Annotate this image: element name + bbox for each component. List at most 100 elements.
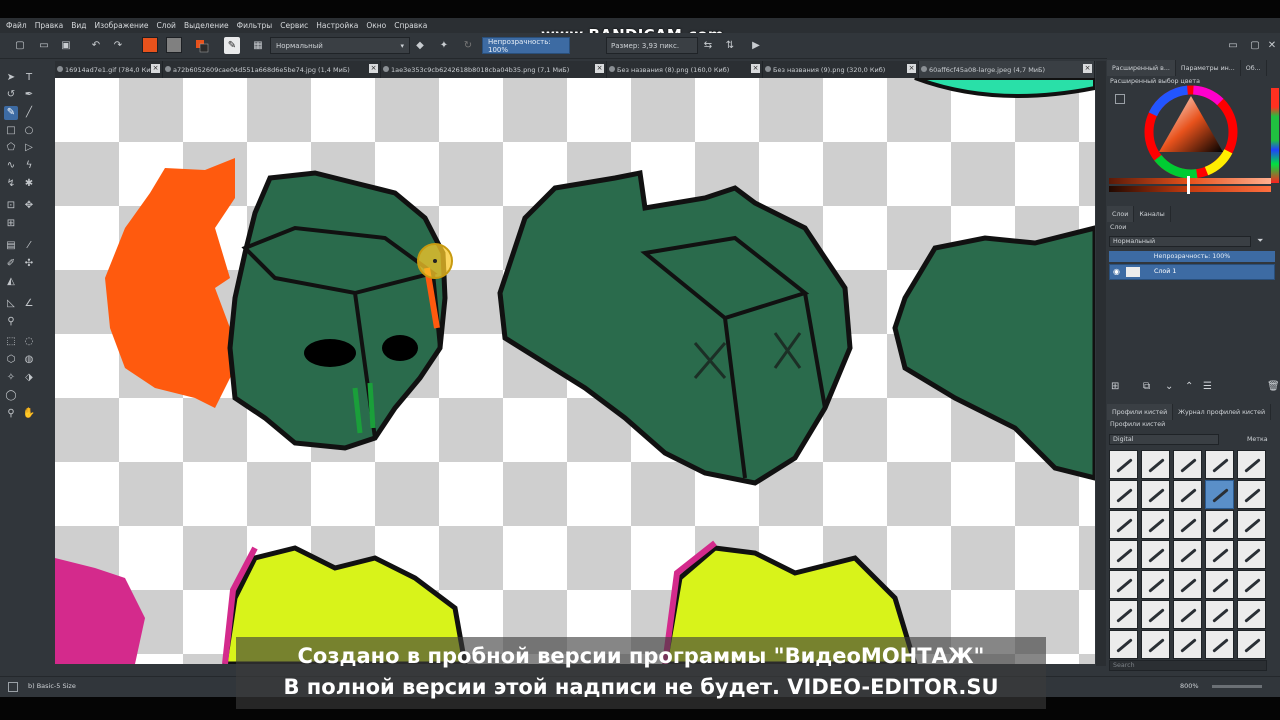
brush-preset-tile[interactable] [1109,510,1138,539]
brush-preset-tile[interactable] [1141,570,1170,599]
brush-preset-tile[interactable] [1237,450,1266,479]
dynamic-brush-icon[interactable]: ↯ [4,177,18,191]
document-tab[interactable]: Без названия (9).png (320,0 Киб) × [763,61,919,78]
color-picker-icon[interactable]: ⁄ [22,239,36,253]
text-tool-icon[interactable]: T [22,71,36,85]
filter-icon[interactable]: ⏷ [1257,236,1269,247]
close-tab-icon[interactable]: × [369,64,378,73]
brush-preset-tile[interactable] [1205,510,1234,539]
close-tab-icon[interactable]: × [751,64,760,73]
mirror-horizontal-icon[interactable]: ⇆ [700,37,716,54]
mirror-vertical-icon[interactable]: ⇅ [722,37,738,54]
brush-preset-tile[interactable] [1109,480,1138,509]
layer-blend-select[interactable]: Нормальный [1109,236,1251,247]
bezier-tool-icon[interactable]: ∿ [4,159,18,173]
tab-layers[interactable]: Слои [1107,206,1135,222]
brush-preset-tile[interactable] [1109,630,1138,659]
fill-patterns-icon[interactable] [194,37,210,54]
menu-help[interactable]: Справка [394,21,427,30]
brush-preset-tile[interactable] [1173,510,1202,539]
menu-window[interactable]: Окно [366,21,386,30]
document-tab[interactable]: 1ae3e353c9cb6242618b8018cba04b35.png (7,… [381,61,607,78]
crop-tool-icon[interactable]: ⊡ [4,199,18,213]
shade-bar-1[interactable] [1109,178,1271,184]
color-wheel[interactable] [1141,84,1241,184]
fill-tool-icon[interactable]: ◭ [4,275,18,289]
brush-preset-tile[interactable] [1205,630,1234,659]
brush-preset-tile[interactable] [1141,480,1170,509]
brush-preset-tile[interactable] [1205,570,1234,599]
eraser-mode-icon[interactable]: ◆ [412,37,428,54]
brush-preset-tile[interactable] [1237,630,1266,659]
opacity-slider[interactable]: Непрозрачность: 100% [482,37,570,54]
menu-image[interactable]: Изображение [95,21,149,30]
foreground-color-swatch[interactable] [142,37,158,53]
freehand-select-icon[interactable]: ◍ [22,353,36,367]
tab-brush-presets[interactable]: Профили кистей [1107,404,1174,420]
visibility-eye-icon[interactable]: ◉ [1113,267,1120,276]
add-layer-icon[interactable]: ⊞ [1111,381,1119,392]
menu-select[interactable]: Выделение [184,21,229,30]
menu-layer[interactable]: Слой [156,21,176,30]
brush-editor-icon[interactable]: ▦ [250,37,266,54]
menu-filters[interactable]: Фильтры [237,21,273,30]
calligraphy-icon[interactable]: ✒ [22,88,36,102]
close-tab-icon[interactable]: × [907,64,916,73]
zoom-slider[interactable] [1212,685,1262,688]
brush-preset-tile[interactable] [1237,510,1266,539]
freehand-path-icon[interactable]: ϟ [22,159,36,173]
workspace-icon[interactable]: ▶ [748,37,764,54]
polygon-select-icon[interactable]: ⬡ [4,353,18,367]
reference-images-icon[interactable]: ⚲ [4,315,18,329]
bezier-select-icon[interactable]: ◯ [4,389,18,403]
polyline-tool-icon[interactable]: ▷ [22,141,36,155]
ellipse-tool-icon[interactable]: ○ [22,124,36,138]
ellipse-select-icon[interactable]: ◌ [22,335,36,349]
close-tab-icon[interactable]: × [151,64,160,73]
transform-tool-icon[interactable]: ⊞ [4,217,18,231]
duplicate-layer-icon[interactable]: ⧉ [1143,381,1150,392]
blend-mode-select[interactable]: Нормальный ▾ [270,37,410,54]
brush-preset-tile[interactable] [1237,480,1266,509]
tab-color-selector[interactable]: Расширенный в... [1107,60,1176,76]
gradient-tool-icon[interactable]: ▤ [4,239,18,253]
brush-preset-tile[interactable] [1141,540,1170,569]
move-up-icon[interactable]: ⌃ [1185,381,1193,392]
tab-overview[interactable]: Об... [1241,60,1267,76]
settings-icon[interactable] [1115,94,1125,104]
brush-preset-tile[interactable] [1173,630,1202,659]
brush-preset-tile[interactable] [1237,540,1266,569]
size-slider[interactable]: Размер: 3,93 пикс. [606,37,698,54]
similar-select-icon[interactable]: ⬗ [22,371,36,385]
layer-row[interactable]: ◉ Слой 1 [1109,264,1275,280]
brush-preset-tile[interactable] [1237,600,1266,629]
brush-preset-tile[interactable] [1173,450,1202,479]
canvas[interactable] [55,78,1095,664]
shade-bar-2[interactable] [1109,186,1271,192]
brush-preset-tile[interactable] [1173,570,1202,599]
color-history-strip[interactable] [1271,88,1279,183]
redo-icon[interactable]: ↷ [110,37,126,54]
brush-preset-tile[interactable] [1109,570,1138,599]
close-tab-icon[interactable]: × [595,64,604,73]
move-down-icon[interactable]: ⌄ [1165,381,1173,392]
brush-preset-tile[interactable] [1141,450,1170,479]
background-color-swatch[interactable] [166,37,182,53]
brush-preset-tile[interactable] [1205,600,1234,629]
reload-preset-icon[interactable]: ↻ [460,37,476,54]
layer-opacity-slider[interactable]: Непрозрачность: 100% [1109,251,1275,262]
layer-properties-icon[interactable]: ☰ [1203,381,1212,392]
open-document-icon[interactable]: ▭ [36,37,52,54]
minimize-icon[interactable]: ▭ [1225,37,1241,54]
brush-preset-tile[interactable] [1173,600,1202,629]
document-tab[interactable]: 16914ad7e1.gif (784,0 Киб) × [55,61,163,78]
multibrush-icon[interactable]: ✱ [22,177,36,191]
assistant-tool-icon[interactable]: ◺ [4,297,18,311]
brush-preset-tile[interactable] [1205,480,1234,509]
zoom-tool-icon[interactable]: ⚲ [4,407,18,421]
freehand-brush-icon[interactable]: ✎ [4,106,18,120]
brush-preset-tile[interactable] [1141,630,1170,659]
brush-preset-icon[interactable]: ✎ [224,37,240,54]
delete-layer-icon[interactable]: 🗑 [1267,381,1280,392]
line-tool-icon[interactable]: ╱ [22,106,36,120]
